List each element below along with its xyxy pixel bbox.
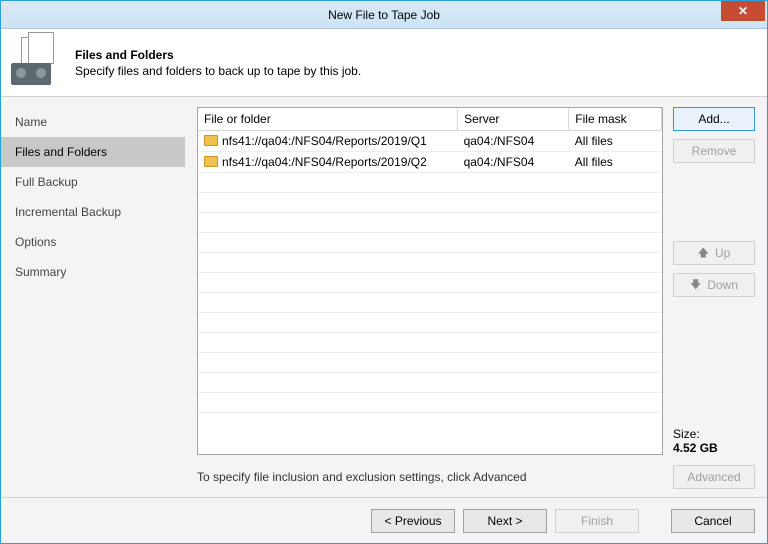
table-header-row: File or folder Server File mask xyxy=(198,108,662,131)
sidebar-item-summary[interactable]: Summary xyxy=(1,257,185,287)
sidebar-item-label: Name xyxy=(15,115,47,129)
remove-button: Remove xyxy=(673,139,755,163)
folder-icon xyxy=(204,156,218,167)
table-row xyxy=(198,213,662,233)
col-file-or-folder[interactable]: File or folder xyxy=(198,108,458,131)
size-display: Size: 4.52 GB xyxy=(673,427,755,455)
button-label: Cancel xyxy=(694,514,731,528)
button-label: Add... xyxy=(698,112,729,126)
hint-row: To specify file inclusion and exclusion … xyxy=(197,465,755,489)
close-button[interactable]: ✕ xyxy=(721,1,765,21)
step-title: Files and Folders xyxy=(75,48,361,62)
size-label: Size: xyxy=(673,427,755,441)
down-button: 🡇 Down xyxy=(673,273,755,297)
size-value: 4.52 GB xyxy=(673,441,755,455)
cancel-button[interactable]: Cancel xyxy=(671,509,755,533)
table-row xyxy=(198,333,662,353)
table-row xyxy=(198,373,662,393)
arrow-down-icon: 🡇 xyxy=(690,276,701,295)
wizard-steps: Name Files and Folders Full Backup Incre… xyxy=(1,97,185,497)
wizard-footer: < Previous Next > Finish Cancel xyxy=(1,497,767,543)
wizard-body: Name Files and Folders Full Backup Incre… xyxy=(1,97,767,497)
wizard-header: Files and Folders Specify files and fold… xyxy=(1,29,767,97)
button-label: Remove xyxy=(692,144,737,158)
files-grid[interactable]: File or folder Server File mask nfs41://… xyxy=(197,107,663,455)
table-row xyxy=(198,233,662,253)
cell-path: nfs41://qa04:/NFS04/Reports/2019/Q2 xyxy=(222,155,427,169)
sidebar-item-name[interactable]: Name xyxy=(1,107,185,137)
arrow-up-icon: 🡅 xyxy=(698,244,709,263)
table-row xyxy=(198,393,662,413)
table-row xyxy=(198,253,662,273)
main-panel: File or folder Server File mask nfs41://… xyxy=(185,97,767,497)
button-label: Finish xyxy=(581,514,613,528)
col-server[interactable]: Server xyxy=(458,108,569,131)
button-label: Next > xyxy=(487,514,522,528)
col-file-mask[interactable]: File mask xyxy=(569,108,662,131)
table-row xyxy=(198,413,662,433)
step-subtitle: Specify files and folders to back up to … xyxy=(75,64,361,78)
cell-path: nfs41://qa04:/NFS04/Reports/2019/Q1 xyxy=(222,134,427,148)
table-row xyxy=(198,293,662,313)
table-row xyxy=(198,313,662,333)
up-button: 🡅 Up xyxy=(673,241,755,265)
table-row[interactable]: nfs41://qa04:/NFS04/Reports/2019/Q2 qa04… xyxy=(198,152,662,173)
button-label: < Previous xyxy=(384,514,441,528)
table-row xyxy=(198,273,662,293)
add-button[interactable]: Add... xyxy=(673,107,755,131)
sidebar-item-options[interactable]: Options xyxy=(1,227,185,257)
window-title: New File to Tape Job xyxy=(1,8,767,22)
tape-files-icon xyxy=(11,37,63,89)
cell-mask: All files xyxy=(569,131,662,152)
table-row xyxy=(198,193,662,213)
side-button-column: Add... Remove 🡅 Up 🡇 Down Size: 4.52 GB xyxy=(663,107,755,455)
finish-button: Finish xyxy=(555,509,639,533)
table-row[interactable]: nfs41://qa04:/NFS04/Reports/2019/Q1 qa04… xyxy=(198,131,662,152)
sidebar-item-files-folders[interactable]: Files and Folders xyxy=(1,137,185,167)
sidebar-item-full-backup[interactable]: Full Backup xyxy=(1,167,185,197)
button-label: Advanced xyxy=(687,470,740,484)
dialog-window: New File to Tape Job ✕ Files and Folders… xyxy=(0,0,768,544)
sidebar-item-label: Full Backup xyxy=(15,175,78,189)
grid-wrap: File or folder Server File mask nfs41://… xyxy=(197,107,663,455)
button-label: Up xyxy=(715,246,730,260)
previous-button[interactable]: < Previous xyxy=(371,509,455,533)
sidebar-item-label: Options xyxy=(15,235,56,249)
sidebar-item-incremental-backup[interactable]: Incremental Backup xyxy=(1,197,185,227)
advanced-hint: To specify file inclusion and exclusion … xyxy=(197,470,673,484)
sidebar-item-label: Incremental Backup xyxy=(15,205,121,219)
cell-mask: All files xyxy=(569,152,662,173)
folder-icon xyxy=(204,135,218,146)
sidebar-item-label: Summary xyxy=(15,265,66,279)
table-row xyxy=(198,173,662,193)
main-top: File or folder Server File mask nfs41://… xyxy=(197,107,755,455)
table-row xyxy=(198,353,662,373)
sidebar-item-label: Files and Folders xyxy=(15,145,107,159)
cell-server: qa04:/NFS04 xyxy=(458,131,569,152)
button-label: Down xyxy=(707,278,738,292)
cell-server: qa04:/NFS04 xyxy=(458,152,569,173)
wizard-header-text: Files and Folders Specify files and fold… xyxy=(75,48,361,78)
titlebar: New File to Tape Job ✕ xyxy=(1,1,767,29)
close-icon: ✕ xyxy=(738,4,748,18)
next-button[interactable]: Next > xyxy=(463,509,547,533)
advanced-button: Advanced xyxy=(673,465,755,489)
